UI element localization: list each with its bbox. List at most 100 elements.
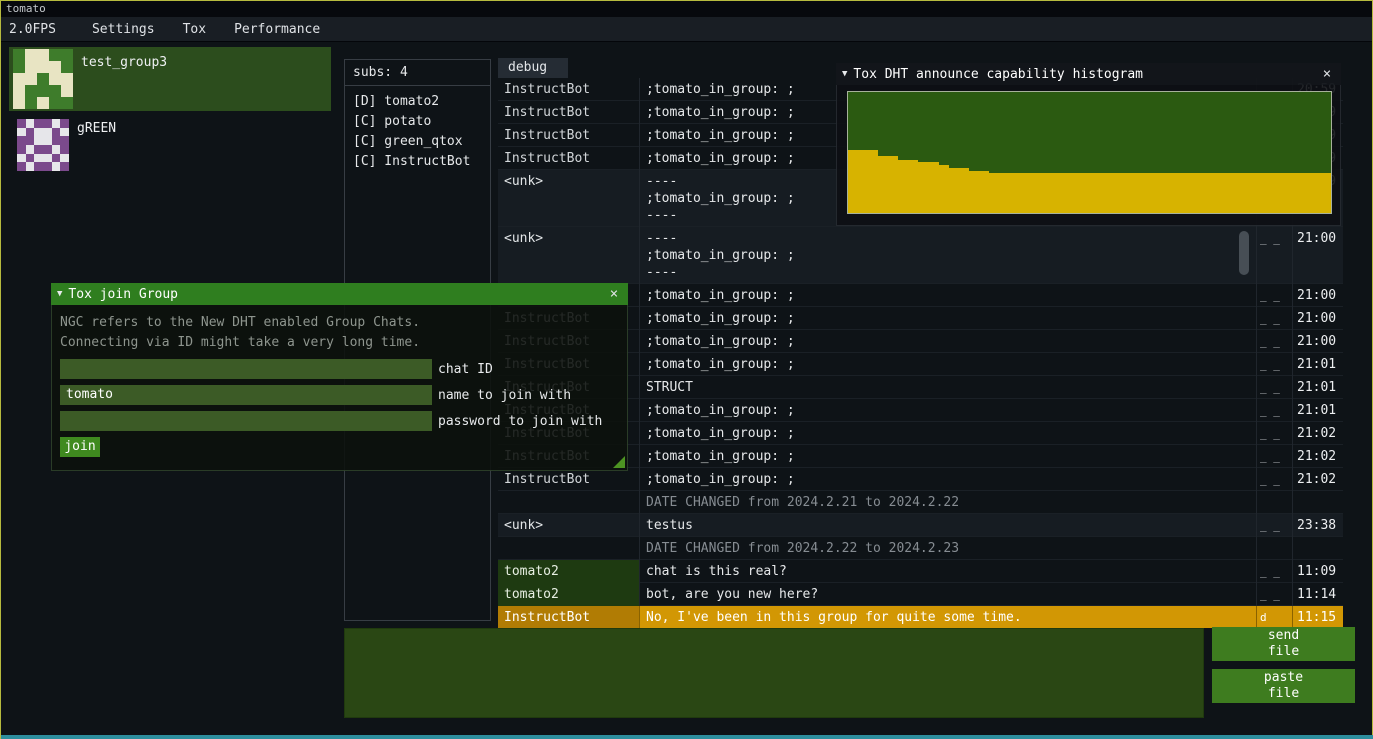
chat-status: _ _ xyxy=(1257,330,1293,353)
chat-message: DATE CHANGED from 2024.2.21 to 2024.2.22 xyxy=(640,491,1257,514)
chat-message: No, I've been in this group for quite so… xyxy=(640,606,1257,628)
menu-item-performance[interactable]: Performance xyxy=(220,22,334,37)
tab-debug[interactable]: debug xyxy=(498,58,568,78)
chat-message: STRUCT xyxy=(640,376,1257,399)
histogram-bar xyxy=(878,156,888,213)
chat-status xyxy=(1257,537,1293,560)
chat-message: ;tomato_in_group: ; xyxy=(640,422,1257,445)
histogram-bar xyxy=(939,165,949,213)
histogram-bar xyxy=(1009,173,1019,213)
contact-name: test_group3 xyxy=(81,55,167,109)
window-titlebar: tomato xyxy=(1,1,1372,17)
join-window-body: NGC refers to the New DHT enabled Group … xyxy=(51,305,628,471)
histogram-bar xyxy=(969,171,979,213)
message-input[interactable] xyxy=(344,628,1204,718)
chat-message-row: <unk>----;tomato_in_group: ;----_ _21:00 xyxy=(498,227,1343,284)
histogram-bar xyxy=(999,173,1009,213)
histogram-bar xyxy=(1160,173,1170,213)
join-window-titlebar[interactable]: ▼ Tox join Group × xyxy=(51,283,628,305)
chat-timestamp: 21:02 xyxy=(1293,445,1343,468)
histogram-window-title: Tox DHT announce capability histogram xyxy=(853,67,1313,82)
send-file-button[interactable]: send file xyxy=(1212,627,1355,661)
histogram-bar xyxy=(1220,173,1230,213)
menu-item-settings[interactable]: Settings xyxy=(78,22,169,37)
join-group-window: ▼ Tox join Group × NGC refers to the New… xyxy=(51,283,628,471)
histogram-bar xyxy=(1230,173,1240,213)
chat-timestamp: 23:38 xyxy=(1293,514,1343,537)
app-window: tomato 2.0FPS SettingsToxPerformance tes… xyxy=(0,0,1373,739)
join-button[interactable]: join xyxy=(60,437,100,457)
contact-avatar xyxy=(13,49,73,109)
chat-timestamp: 11:14 xyxy=(1293,583,1343,606)
chat-status: _ _ xyxy=(1257,284,1293,307)
chat-timestamp: 21:00 xyxy=(1293,227,1343,284)
chat-id-input[interactable] xyxy=(60,359,432,379)
chat-timestamp: 21:01 xyxy=(1293,376,1343,399)
subs-list-item[interactable]: [C] potato xyxy=(353,112,482,132)
chat-timestamp: 21:00 xyxy=(1293,330,1343,353)
chat-message: ;tomato_in_group: ; xyxy=(640,330,1257,353)
paste-file-button[interactable]: paste file xyxy=(1212,669,1355,703)
chat-message: ;tomato_in_group: ; xyxy=(640,468,1257,491)
close-icon[interactable]: × xyxy=(1319,66,1335,82)
histogram-bar xyxy=(898,160,908,213)
chat-message: ;tomato_in_group: ; xyxy=(640,284,1257,307)
chat-status: _ _ xyxy=(1257,307,1293,330)
join-info-line-2: Connecting via ID might take a very long… xyxy=(60,333,619,353)
histogram-bar xyxy=(1210,173,1220,213)
chat-message: testus xyxy=(640,514,1257,537)
subs-list-item[interactable]: [C] InstructBot xyxy=(353,152,482,172)
subs-list-item[interactable]: [D] tomato2 xyxy=(353,92,482,112)
chat-message: ;tomato_in_group: ; xyxy=(640,399,1257,422)
chat-status: _ _ xyxy=(1257,514,1293,537)
chat-timestamp: 21:01 xyxy=(1293,353,1343,376)
join-name-label: name to join with xyxy=(438,388,571,403)
collapse-arrow-icon[interactable]: ▼ xyxy=(57,289,62,299)
menu-bar: 2.0FPS SettingsToxPerformance xyxy=(1,17,1372,42)
histogram-bar xyxy=(1180,173,1190,213)
chat-message: chat is this real? xyxy=(640,560,1257,583)
contact-item-test_group3[interactable]: test_group3 xyxy=(9,47,331,111)
contact-item-gREEN[interactable]: gREEN xyxy=(9,113,331,177)
join-name-input[interactable]: tomato xyxy=(60,385,432,405)
chat-message: ;tomato_in_group: ; xyxy=(640,353,1257,376)
chat-scrollbar-thumb[interactable] xyxy=(1239,231,1249,275)
histogram-bar xyxy=(858,150,868,213)
chat-status: _ _ xyxy=(1257,560,1293,583)
histogram-bar xyxy=(888,156,898,213)
chat-status: _ _ xyxy=(1257,583,1293,606)
chat-sender: tomato2 xyxy=(498,560,640,583)
menu-item-tox[interactable]: Tox xyxy=(169,22,220,37)
chat-message-row: InstructBotNo, I've been in this group f… xyxy=(498,606,1343,628)
histogram-bar xyxy=(1150,173,1160,213)
resize-grip[interactable] xyxy=(613,456,625,468)
join-password-input[interactable] xyxy=(60,411,432,431)
chat-sender: InstructBot xyxy=(498,147,640,170)
chat-sender: tomato2 xyxy=(498,583,640,606)
join-info-line-1: NGC refers to the New DHT enabled Group … xyxy=(60,313,619,333)
histogram-bar xyxy=(929,162,939,213)
chat-message: ;tomato_in_group: ; xyxy=(640,307,1257,330)
histogram-bar xyxy=(1140,173,1150,213)
collapse-arrow-icon[interactable]: ▼ xyxy=(842,69,847,79)
histogram-plot[interactable] xyxy=(847,91,1332,214)
histogram-bar xyxy=(1271,173,1281,213)
histogram-bar xyxy=(1069,173,1079,213)
join-window-title: Tox join Group xyxy=(68,287,600,302)
histogram-bar xyxy=(1311,173,1321,213)
histogram-bar xyxy=(908,160,918,213)
chat-status: _ _ xyxy=(1257,422,1293,445)
window-title: tomato xyxy=(6,2,46,15)
subs-list-item[interactable]: [C] green_qtox xyxy=(353,132,482,152)
chat-message: ----;tomato_in_group: ;---- xyxy=(640,227,1257,284)
chat-timestamp: 11:09 xyxy=(1293,560,1343,583)
close-icon[interactable]: × xyxy=(606,286,622,302)
fps-counter: 2.0FPS xyxy=(9,22,56,37)
chat-message: bot, are you new here? xyxy=(640,583,1257,606)
histogram-bars xyxy=(848,92,1331,213)
histogram-bar xyxy=(1251,173,1261,213)
histogram-bar xyxy=(848,150,858,213)
histogram-bar xyxy=(1100,173,1110,213)
histogram-window-titlebar[interactable]: ▼ Tox DHT announce capability histogram … xyxy=(836,63,1341,85)
chat-sender: InstructBot xyxy=(498,78,640,101)
